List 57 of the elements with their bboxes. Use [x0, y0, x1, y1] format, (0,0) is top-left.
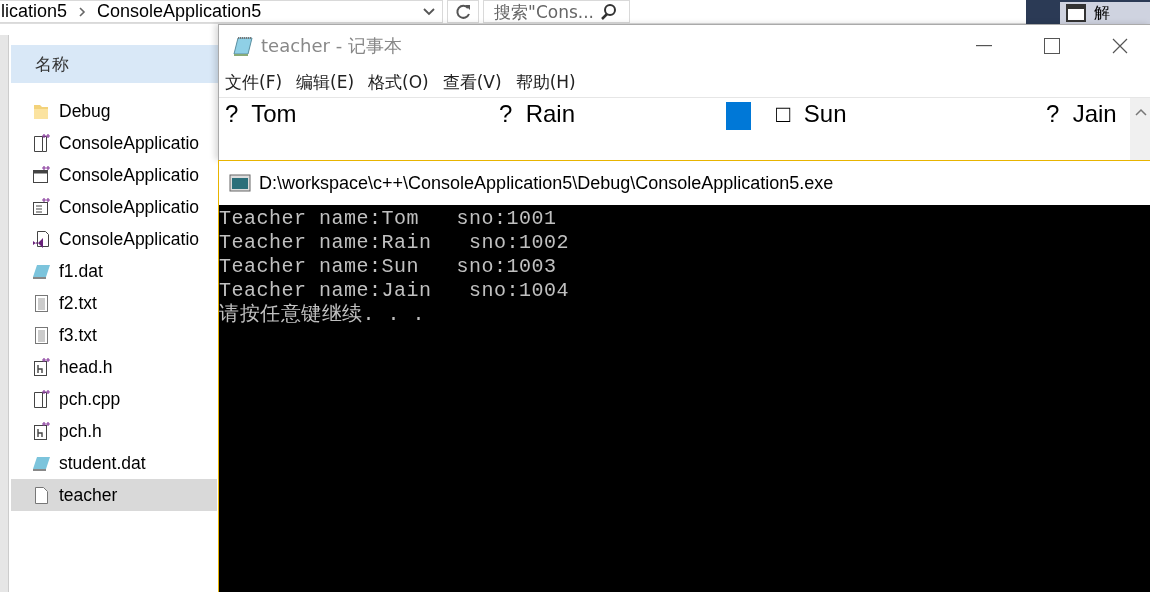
scroll-up-icon [1134, 108, 1147, 116]
menu-item[interactable]: 帮助(H) [515, 70, 576, 94]
console-icon [229, 174, 251, 192]
console-line: Teacher name:Sun sno:1003 [219, 255, 558, 279]
file-item[interactable]: ConsoleApplicatio [11, 159, 217, 191]
file-item[interactable]: teacher [11, 479, 217, 511]
project-file-icon [31, 229, 51, 249]
dropdown-icon [422, 6, 437, 17]
text-fragment: ? Jain [1046, 100, 1118, 128]
cursor-block [726, 102, 751, 130]
menu-item[interactable]: 编辑(E) [296, 70, 355, 94]
notepad-icon [231, 34, 255, 58]
window-title: D:\workspace\c++\ConsoleApplication5\Debug\ConsoleApplication5.exe [259, 172, 834, 194]
menu-item[interactable]: 查看(V) [442, 70, 502, 94]
console-line: Teacher name:Tom sno:1001 [219, 207, 558, 231]
text-fragment: ? Tom [225, 100, 298, 128]
file-item[interactable]: Debug [11, 95, 217, 127]
file-item[interactable]: ConsoleApplicatio [11, 127, 217, 159]
header-file-icon [31, 357, 51, 377]
window-icon [1066, 4, 1086, 22]
menu-item[interactable]: 文件(F) [225, 70, 283, 94]
maximize-icon [1044, 38, 1060, 54]
file-item[interactable]: pch.cpp [11, 383, 217, 415]
console-line: 请按任意键继续. . . [219, 303, 426, 327]
search-icon [600, 2, 619, 21]
window-title: teacher - 记事本 [261, 34, 402, 58]
file-item[interactable]: ConsoleApplicatio [11, 191, 217, 223]
text-fragment: □ Sun [776, 100, 848, 128]
address-bar[interactable]: lication5 ConsoleApplication5 [0, 0, 444, 23]
panel-label: 解 [1094, 3, 1110, 23]
text-area[interactable]: ? Tom ? Rain □ Sun ? Jain [219, 98, 1130, 160]
window-file-icon [31, 165, 51, 185]
file-item[interactable]: ConsoleApplicatio [11, 223, 217, 255]
file-item[interactable]: f1.dat [11, 255, 217, 287]
breadcrumb-item[interactable]: lication5 [1, 1, 68, 22]
refresh-button[interactable] [447, 0, 480, 23]
file-item[interactable]: student.dat [11, 447, 217, 479]
refresh-icon [454, 2, 473, 21]
minimize-icon [976, 45, 992, 47]
file-item[interactable]: head.h [11, 351, 217, 383]
close-icon [1112, 38, 1128, 54]
code-file-icon [31, 133, 51, 153]
search-field[interactable]: 搜索"Cons... [483, 0, 630, 23]
header-file-icon [31, 421, 51, 441]
text-fragment: ? Rain [499, 100, 577, 128]
console-line: Teacher name:Jain sno:1004 [219, 279, 571, 303]
code-file-icon [31, 389, 51, 409]
chevron-icon [77, 5, 88, 18]
scrollbar[interactable] [1130, 98, 1150, 160]
console-line: Teacher name:Rain sno:1002 [219, 231, 571, 255]
file-item[interactable]: f2.txt [11, 287, 217, 319]
menu-item[interactable]: 格式(O) [368, 70, 429, 94]
breadcrumb-item[interactable]: ConsoleApplication5 [97, 1, 262, 22]
file-item[interactable]: f3.txt [11, 319, 217, 351]
resource-file-icon [31, 197, 51, 217]
file-item[interactable]: pch.h [11, 415, 217, 447]
column-header[interactable]: 名称 [11, 45, 221, 83]
